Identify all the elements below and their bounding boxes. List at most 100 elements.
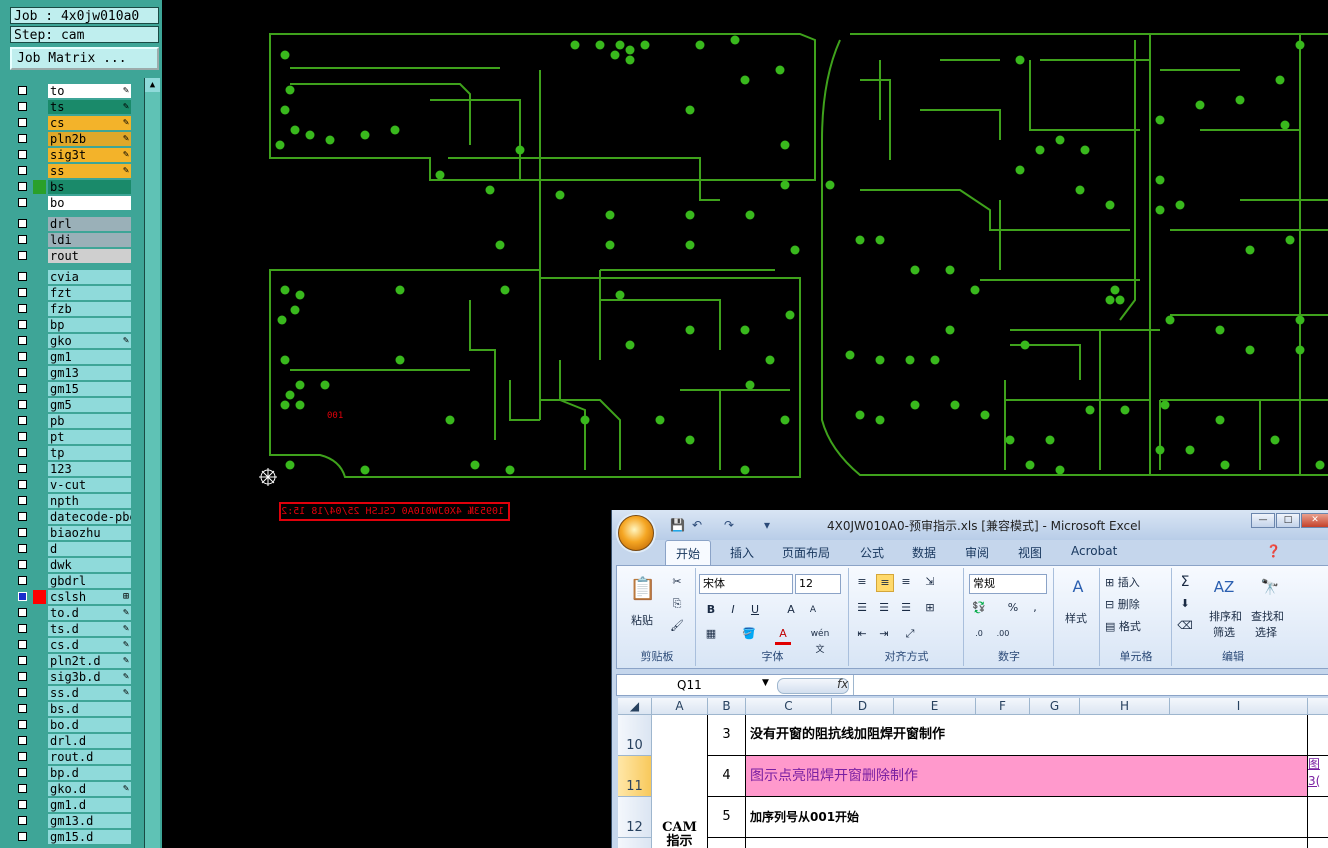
layer-row[interactable]: tp — [11, 445, 132, 461]
layer-checkbox[interactable] — [18, 150, 27, 159]
layer-row[interactable]: gm5 — [11, 397, 132, 413]
name-box-dropdown-icon[interactable]: ▼ — [762, 678, 769, 688]
layer-color-indicator[interactable] — [33, 350, 46, 364]
layer-color-indicator[interactable] — [33, 462, 46, 476]
tab-home[interactable]: 开始 — [665, 540, 712, 566]
comma-button[interactable]: , — [1027, 600, 1043, 616]
layer-color-indicator[interactable] — [33, 510, 46, 524]
layer-color-indicator[interactable] — [33, 196, 46, 210]
layer-color-indicator[interactable] — [33, 84, 46, 98]
layer-row[interactable]: gko.d ✎ — [11, 781, 132, 797]
layer-checkbox[interactable] — [18, 784, 27, 793]
layer-name[interactable]: ss ✎ — [48, 164, 131, 178]
layer-checkbox[interactable] — [18, 704, 27, 713]
align-left-icon[interactable]: ☰ — [854, 600, 870, 616]
layer-name[interactable]: bs.d — [48, 702, 131, 716]
layer-name[interactable]: drl — [48, 217, 131, 231]
layer-checkbox[interactable] — [18, 368, 27, 377]
layer-name[interactable]: gm1 — [48, 350, 131, 364]
scroll-up-arrow-icon[interactable]: ▲ — [145, 78, 160, 92]
increase-decimal-icon[interactable]: .0 — [971, 626, 987, 642]
tab-data[interactable]: 数据 — [912, 544, 936, 561]
row-header[interactable]: 10 — [618, 715, 652, 756]
layer-checkbox[interactable] — [18, 736, 27, 745]
layer-name[interactable]: bo.d — [48, 718, 131, 732]
layer-color-indicator[interactable] — [33, 249, 46, 263]
job-matrix-button[interactable]: Job Matrix ... — [10, 47, 159, 70]
layer-color-indicator[interactable] — [33, 654, 46, 668]
table-cell[interactable] — [746, 838, 1308, 848]
layer-row[interactable]: gm1 — [11, 349, 132, 365]
column-header[interactable]: I — [1170, 698, 1308, 715]
layer-name[interactable]: biaozhu — [48, 526, 131, 540]
column-header[interactable]: F — [976, 698, 1030, 715]
layer-name[interactable]: v-cut — [48, 478, 131, 492]
layer-name[interactable]: pt — [48, 430, 131, 444]
layer-color-indicator[interactable] — [33, 478, 46, 492]
increase-indent-icon[interactable]: ⇥ — [876, 626, 892, 642]
customize-quick-access-icon[interactable]: ▾ — [764, 518, 770, 532]
layer-row[interactable]: bp.d — [11, 765, 132, 781]
layer-checkbox[interactable] — [18, 118, 27, 127]
layer-color-indicator[interactable] — [33, 686, 46, 700]
layer-color-indicator[interactable] — [33, 494, 46, 508]
table-cell[interactable]: 4 — [708, 756, 746, 797]
layer-name[interactable]: gko ✎ — [48, 334, 131, 348]
layer-color-indicator[interactable] — [33, 270, 46, 284]
insert-cells-button[interactable]: ⊞ 插入 — [1105, 574, 1140, 590]
styles-label[interactable]: 样式 — [1065, 610, 1087, 626]
align-top-icon[interactable]: ≡ — [854, 574, 870, 590]
cut-icon[interactable]: ✂ — [669, 574, 685, 590]
layer-name[interactable]: gbdrl — [48, 574, 131, 588]
fill-color-icon[interactable]: 🪣 — [741, 626, 757, 642]
minimize-button[interactable]: — — [1251, 513, 1275, 528]
layer-checkbox[interactable] — [18, 544, 27, 553]
shrink-font-button[interactable]: A — [805, 602, 821, 618]
layer-checkbox[interactable] — [18, 272, 27, 281]
layer-checkbox[interactable] — [18, 384, 27, 393]
layer-checkbox[interactable] — [18, 656, 27, 665]
layer-row[interactable]: cslsh ⊞ — [11, 589, 132, 605]
layer-row[interactable]: npth — [11, 493, 132, 509]
layer-checkbox[interactable] — [18, 288, 27, 297]
layer-checkbox[interactable] — [18, 480, 27, 489]
layer-checkbox[interactable] — [18, 464, 27, 473]
layer-color-indicator[interactable] — [33, 366, 46, 380]
layer-row[interactable]: bo.d — [11, 717, 132, 733]
layer-color-indicator[interactable] — [33, 830, 46, 844]
layer-name[interactable]: gm13.d — [48, 814, 131, 828]
sort-filter-label-2[interactable]: 筛选 — [1213, 624, 1235, 640]
layer-checkbox[interactable] — [18, 336, 27, 345]
table-cell[interactable]: 3 — [708, 715, 746, 756]
layer-name[interactable]: sig3b.d ✎ — [48, 670, 131, 684]
layer-color-indicator[interactable] — [33, 734, 46, 748]
save-icon[interactable]: 💾 — [670, 518, 685, 532]
currency-icon[interactable]: 💱 — [971, 600, 987, 616]
styles-icon[interactable]: A — [1067, 576, 1089, 598]
layer-name[interactable]: ldi — [48, 233, 131, 247]
align-middle-icon[interactable]: ≡ — [876, 574, 894, 592]
layer-row[interactable]: datecode-pbe — [11, 509, 132, 525]
layer-name[interactable]: cs.d ✎ — [48, 638, 131, 652]
layer-row[interactable]: fzb — [11, 301, 132, 317]
layer-row[interactable]: pt — [11, 429, 132, 445]
font-color-button[interactable]: A — [775, 626, 791, 645]
layer-color-indicator[interactable] — [33, 446, 46, 460]
layer-row[interactable]: pln2t.d ✎ — [11, 653, 132, 669]
layer-row[interactable]: gm15.d — [11, 829, 132, 845]
layer-checkbox[interactable] — [18, 304, 27, 313]
table-cell[interactable] — [708, 838, 746, 848]
underline-button[interactable]: U — [747, 602, 763, 618]
column-header[interactable]: G — [1030, 698, 1080, 715]
layer-checkbox[interactable] — [18, 768, 27, 777]
layer-checkbox[interactable] — [18, 416, 27, 425]
layer-row[interactable]: cs ✎ — [11, 115, 132, 131]
column-header[interactable]: D — [832, 698, 894, 715]
spreadsheet-grid[interactable]: ◢ A B C D E F G H I 10 3 没有开窗的阻抗线加阻焊开窗制作… — [618, 698, 1328, 848]
find-select-label[interactable]: 查找和 — [1251, 608, 1284, 624]
layer-checkbox[interactable] — [18, 816, 27, 825]
paste-icon[interactable]: 📋 — [629, 576, 657, 604]
layer-name[interactable]: cslsh ⊞ — [48, 590, 131, 604]
layer-color-indicator[interactable] — [33, 558, 46, 572]
decrease-indent-icon[interactable]: ⇤ — [854, 626, 870, 642]
